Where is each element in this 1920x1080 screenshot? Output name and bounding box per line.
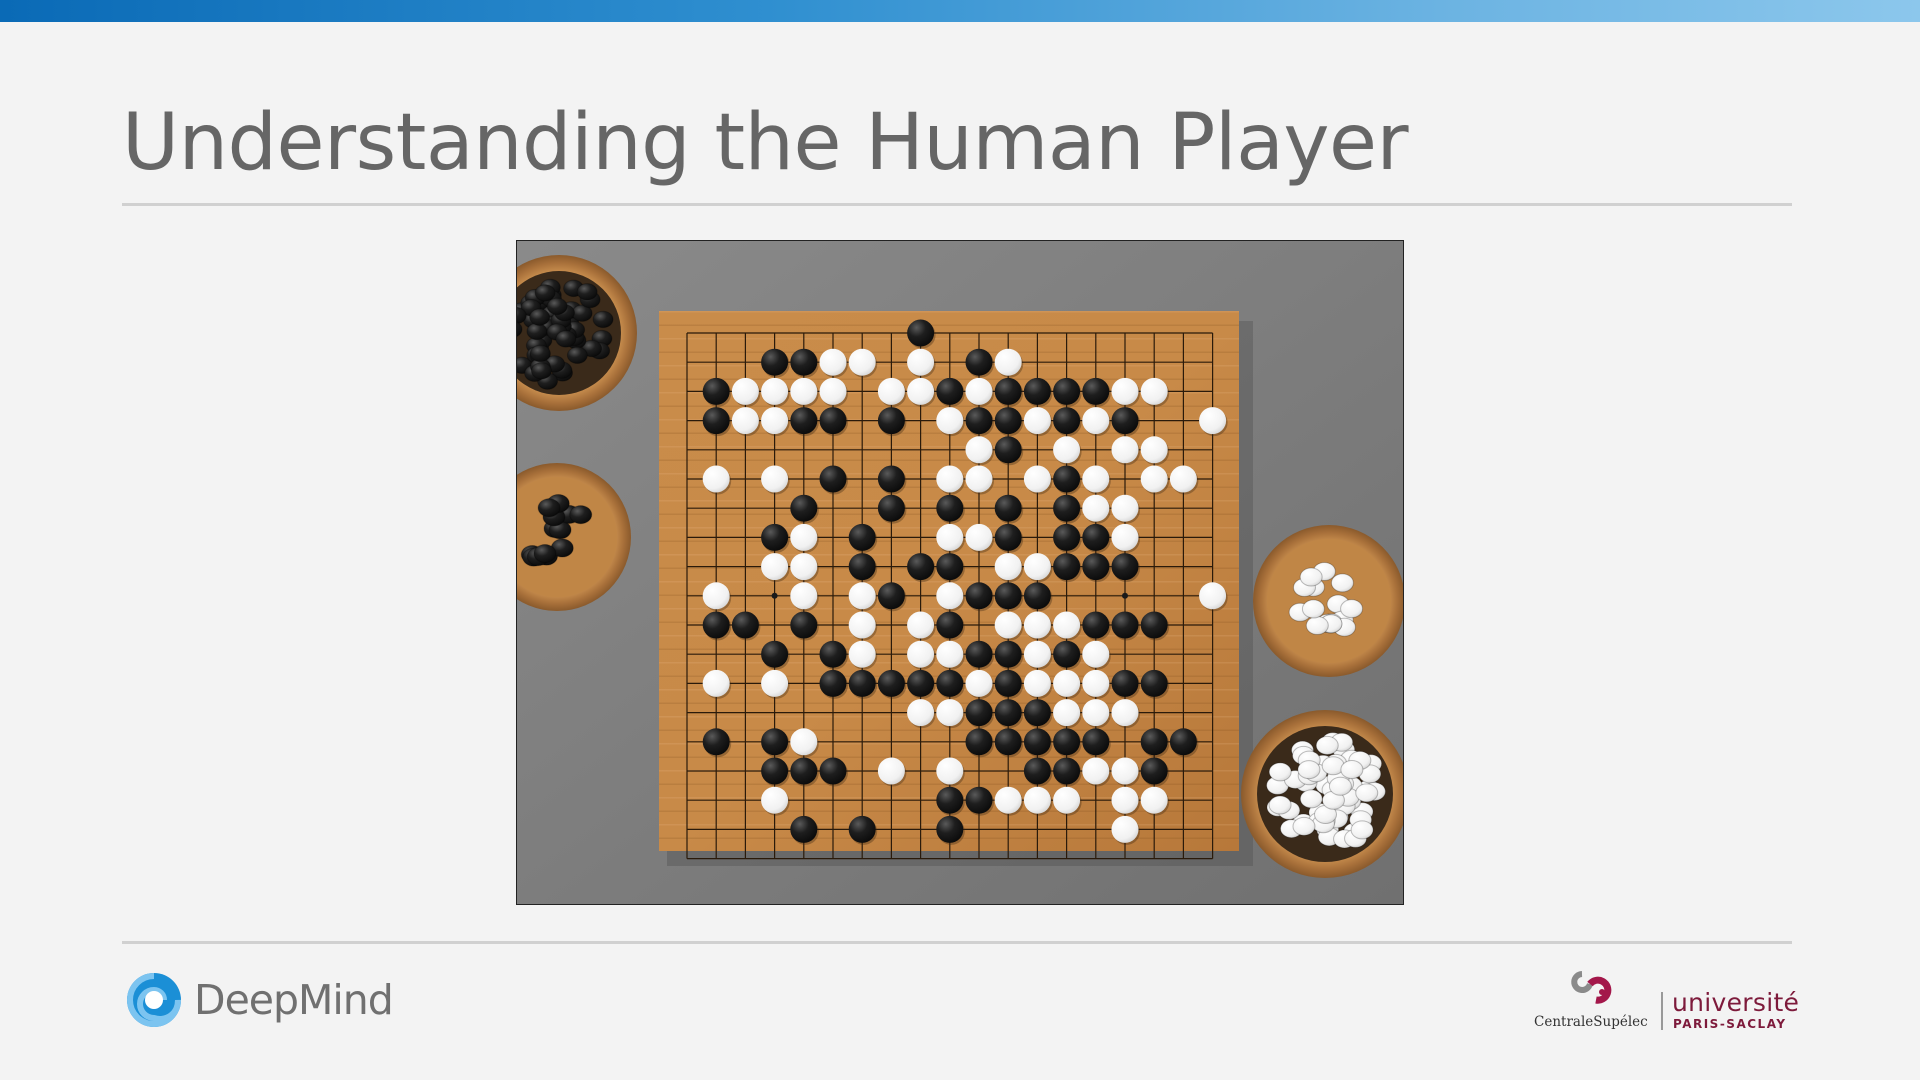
top-accent-bar bbox=[0, 0, 1920, 22]
partner-logos: CentraleSupélec université PARIS-SACLAY bbox=[1528, 966, 1800, 1032]
title-divider bbox=[122, 203, 1792, 206]
go-board-photo bbox=[516, 240, 1404, 905]
footer-divider bbox=[122, 941, 1792, 944]
universite-wordmark: université bbox=[1672, 988, 1800, 1017]
deepmind-swirl-icon bbox=[127, 973, 182, 1027]
deepmind-logo: DeepMind bbox=[126, 970, 394, 1030]
deepmind-wordmark: DeepMind bbox=[194, 976, 394, 1024]
white-stones-bowl bbox=[1241, 710, 1403, 878]
logo-divider bbox=[1661, 992, 1663, 1030]
white-stones-lid bbox=[1253, 525, 1403, 677]
paris-saclay-wordmark: PARIS-SACLAY bbox=[1673, 1017, 1787, 1031]
centralesupelec-wordmark: CentraleSupélec bbox=[1534, 1014, 1648, 1030]
centralesupelec-icon bbox=[1571, 971, 1612, 1004]
slide-title: Understanding the Human Player bbox=[122, 98, 1409, 188]
